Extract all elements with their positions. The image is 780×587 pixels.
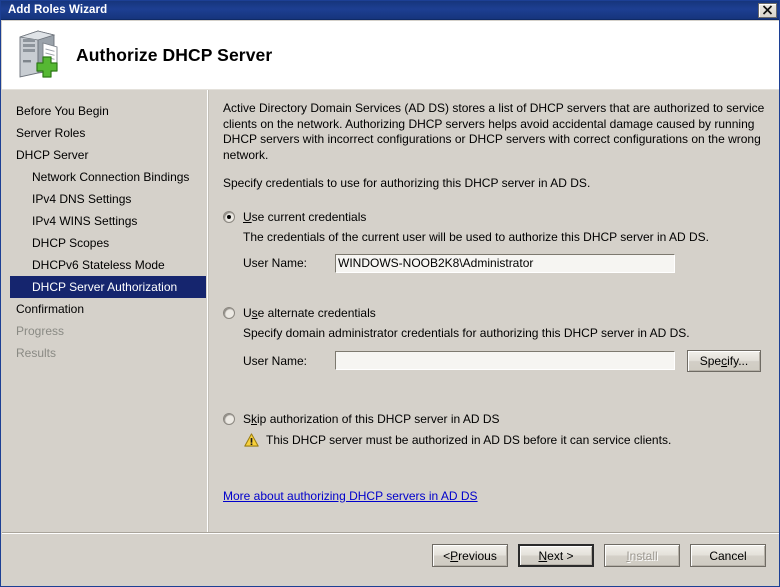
more-about-authorizing-link[interactable]: More about authorizing DHCP servers in A… <box>223 489 478 503</box>
next-button[interactable]: Next > <box>518 544 594 567</box>
sidebar-item-network-connection-bindings[interactable]: Network Connection Bindings <box>2 166 207 188</box>
previous-button[interactable]: < Previous <box>432 544 508 567</box>
previous-label-post: revious <box>458 548 497 563</box>
footer-bar: windows-noob.com < Previous Next > Insta… <box>2 534 779 586</box>
close-icon <box>762 5 773 15</box>
page-title: Authorize DHCP Server <box>76 44 273 65</box>
skip-label-post: ip authorization of this DHCP server in … <box>257 411 500 426</box>
install-label-post: nstall <box>629 548 658 563</box>
current-username-row: User Name: WINDOWS-NOOB2K8\Administrator <box>243 253 768 273</box>
accel-u: U <box>243 209 252 224</box>
server-add-role-icon <box>19 30 58 78</box>
alternate-credentials-description: Specify domain administrator credentials… <box>243 325 690 340</box>
previous-label-pre: < <box>443 548 451 563</box>
sidebar-item-results: Results <box>16 346 57 360</box>
alternate-username-label: User Name: <box>243 353 308 368</box>
radio-use-current-credentials[interactable]: Use current credentials <box>223 210 768 224</box>
alternate-label-post: e alternate credentials <box>257 305 376 320</box>
current-username-input[interactable]: WINDOWS-NOOB2K8\Administrator <box>335 253 675 273</box>
next-label-post: ext > <box>547 548 574 563</box>
radio-alternate-indicator <box>223 306 235 319</box>
button-bar: < Previous Next > Install Cancel <box>432 544 766 567</box>
sidebar-divider-shadow <box>208 90 209 586</box>
radio-current-label-rest: se current credentials <box>251 209 367 224</box>
sidebar-item-dhcpv6-stateless-mode[interactable]: DHCPv6 Stateless Mode <box>2 254 207 276</box>
skip-warning-row: This DHCP server must be authorized in A… <box>244 433 768 447</box>
skip-warning-text: This DHCP server must be authorized in A… <box>266 432 672 447</box>
accel-n: N <box>538 548 548 563</box>
alternate-label-pre: U <box>243 305 252 320</box>
sidebar-item-confirmation[interactable]: Confirmation <box>2 298 207 320</box>
body-area: Before You Begin Server Roles DHCP Serve… <box>2 90 779 586</box>
specify-label-post: ify... <box>727 353 749 368</box>
option-group-skip-authorization: Skip authorization of this DHCP server i… <box>223 412 768 447</box>
sidebar-item-progress: Progress <box>16 324 65 338</box>
page-header: Authorize DHCP Server <box>2 21 779 89</box>
radio-use-alternate-credentials[interactable]: Use alternate credentials <box>223 306 768 320</box>
sidebar-item-server-roles[interactable]: Server Roles <box>2 122 207 144</box>
close-button[interactable] <box>758 2 777 18</box>
radio-alternate-label: Use alternate credentials <box>243 306 376 320</box>
cancel-button[interactable]: Cancel <box>690 544 766 567</box>
option-group-current-credentials: Use current credentials The credentials … <box>223 210 768 273</box>
warning-triangle-icon <box>244 432 259 447</box>
alternate-username-row: User Name: Spe c ify... <box>243 349 768 372</box>
wizard-content: Active Directory Domain Services (AD DS)… <box>212 90 779 586</box>
sidebar-item-ipv4-wins-settings[interactable]: IPv4 WINS Settings <box>2 210 207 232</box>
option-group-alternate-credentials: Use alternate credentials Specify domain… <box>223 306 768 372</box>
wizard-sidebar: Before You Begin Server Roles DHCP Serve… <box>2 90 207 586</box>
radio-current-label: Use current credentials <box>243 210 366 224</box>
current-credentials-description: The credentials of the current user will… <box>243 229 709 244</box>
alternate-username-input[interactable] <box>335 351 675 370</box>
specify-label-pre: Spe <box>699 353 722 368</box>
title-bar: Add Roles Wizard <box>1 1 779 20</box>
current-username-label: User Name: <box>243 256 308 270</box>
add-roles-wizard-window: Add Roles Wizard Authorize DHCP Server B… <box>0 0 780 587</box>
sidebar-item-dhcp-scopes[interactable]: DHCP Scopes <box>2 232 207 254</box>
radio-skip-label: Skip authorization of this DHCP server i… <box>243 412 500 426</box>
sidebar-item-before-you-begin[interactable]: Before You Begin <box>2 100 207 122</box>
accel-p: P <box>450 548 459 563</box>
specify-button[interactable]: Spe c ify... <box>687 349 761 372</box>
window-title: Add Roles Wizard <box>8 4 108 16</box>
radio-skip-indicator <box>223 412 235 425</box>
skip-label-pre: S <box>243 411 252 426</box>
radio-skip-authorization[interactable]: Skip authorization of this DHCP server i… <box>223 412 768 426</box>
install-button: Install <box>604 544 680 567</box>
intro-paragraph-1: Active Directory Domain Services (AD DS)… <box>223 101 765 162</box>
radio-current-indicator <box>223 210 235 223</box>
sidebar-item-dhcp-server-authorization[interactable]: DHCP Server Authorization <box>10 276 206 298</box>
cancel-label: Cancel <box>709 548 747 563</box>
intro-paragraph-2: Specify credentials to use for authorizi… <box>223 176 591 190</box>
sidebar-item-dhcp-server[interactable]: DHCP Server <box>2 144 207 166</box>
sidebar-item-ipv4-dns-settings[interactable]: IPv4 DNS Settings <box>2 188 207 210</box>
